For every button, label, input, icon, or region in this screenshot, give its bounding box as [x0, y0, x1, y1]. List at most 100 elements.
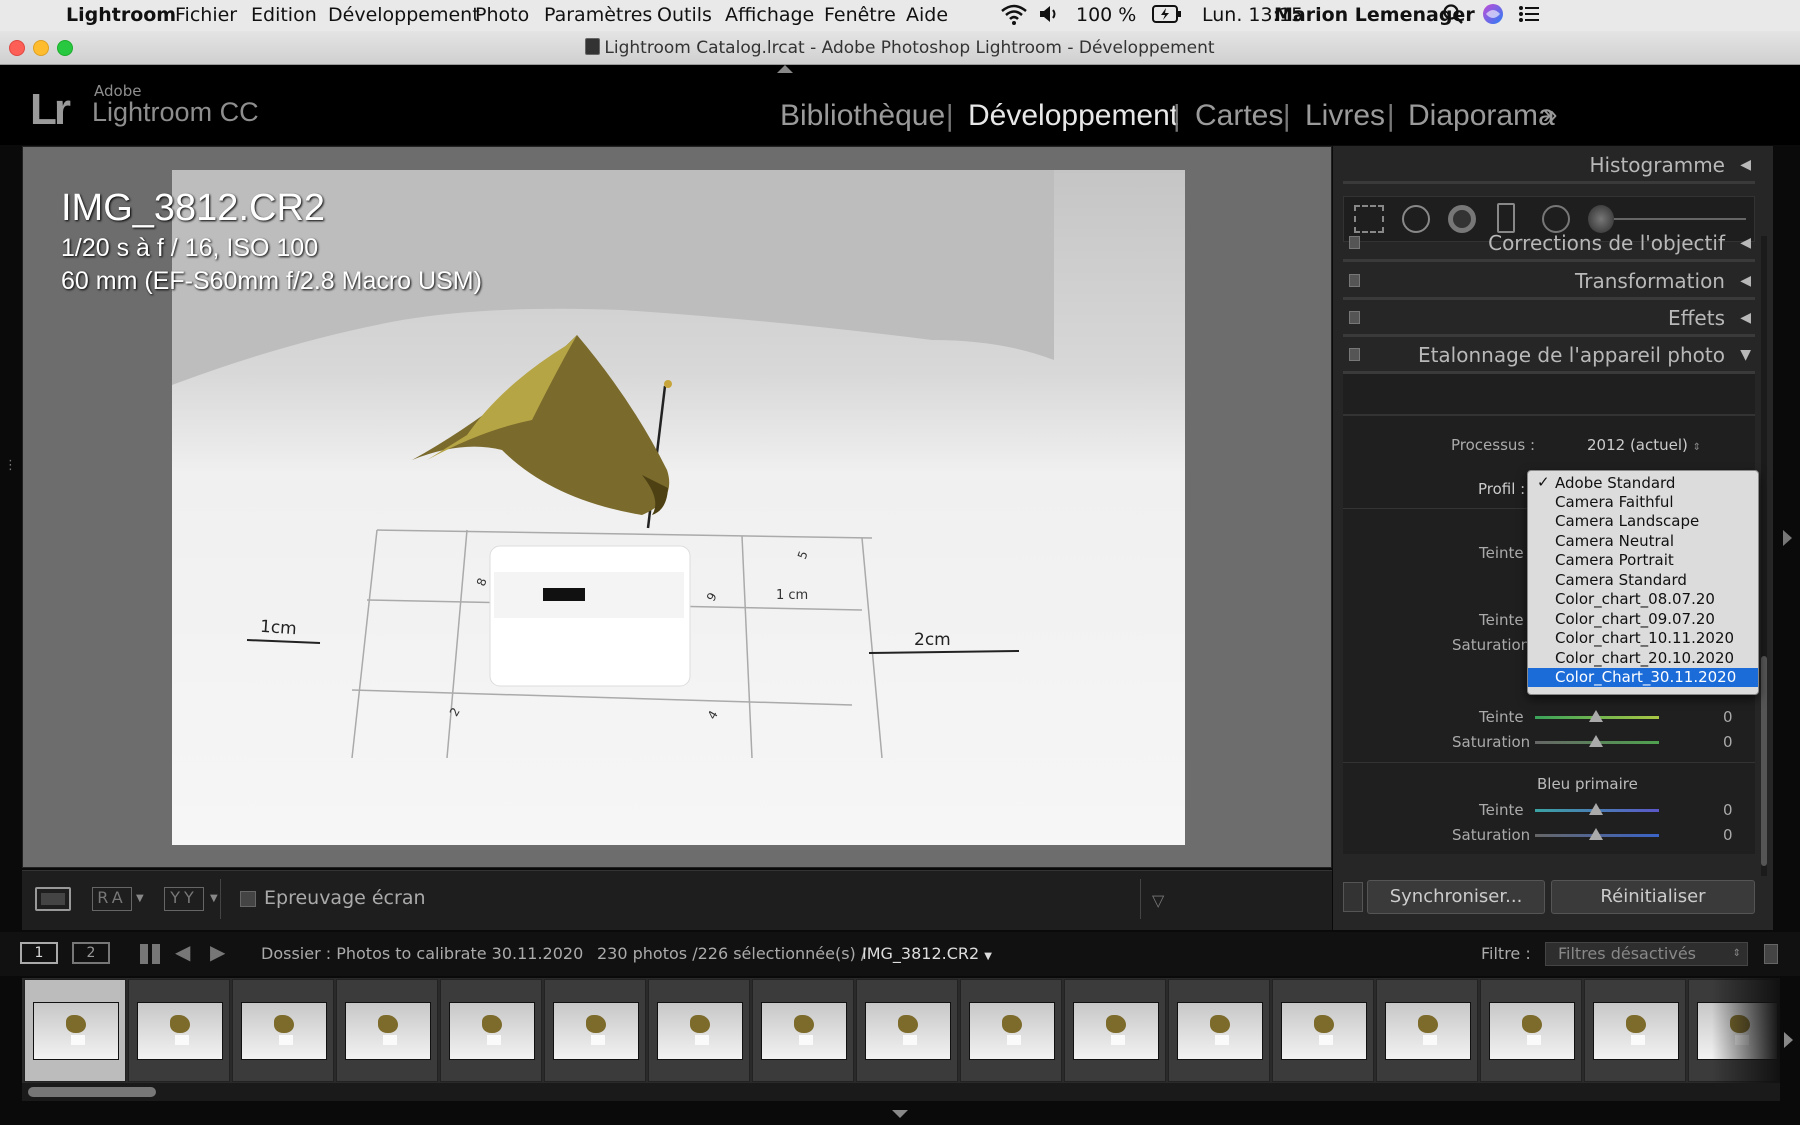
profile-option[interactable]: Color_chart_09.07.20 [1528, 610, 1758, 629]
more-modules-icon[interactable]: » [1543, 99, 1557, 130]
filmstrip-scroll-right-icon[interactable] [1784, 1032, 1793, 1048]
blue-primary-heading: Bleu primaire [1537, 775, 1638, 793]
menu-app[interactable]: Lightroom [66, 4, 176, 26]
green-tint-value[interactable]: 0 [1723, 708, 1733, 726]
blue-saturation-value[interactable]: 0 [1723, 826, 1733, 844]
panel-calibration[interactable]: Etalonnage de l'appareil photo ▼ [1343, 336, 1755, 374]
brush-size-slider[interactable] [1614, 218, 1746, 220]
toolbar-options-icon[interactable]: ▽ [1152, 891, 1164, 910]
search-icon[interactable] [1442, 3, 1464, 30]
collapse-top-panel-icon[interactable] [777, 65, 793, 73]
module-bibliotheque[interactable]: Bibliothèque [780, 99, 945, 133]
process-select[interactable]: 2012 (actuel) ⇕ [1587, 436, 1701, 454]
soft-proof-checkbox[interactable] [240, 891, 256, 907]
filmstrip-scrollbar[interactable] [22, 1083, 1780, 1101]
slider-thumb[interactable] [1589, 828, 1603, 840]
panel-transform[interactable]: Transformation ◀ [1343, 262, 1755, 300]
filmstrip-thumbnail[interactable] [128, 979, 230, 1082]
green-saturation-value[interactable]: 0 [1723, 733, 1733, 751]
profile-option[interactable]: Color_chart_20.10.2020 [1528, 649, 1758, 668]
panel-effects[interactable]: Effets ◀ [1343, 299, 1755, 337]
current-file-name[interactable]: IMG_3812.CR2 ▼ [862, 944, 992, 963]
menu-developpement[interactable]: Développement [328, 4, 480, 26]
before-after-lr-button[interactable]: RA [92, 887, 132, 911]
module-developpement[interactable]: Développement [968, 99, 1178, 133]
filmstrip-thumbnail[interactable] [1480, 979, 1582, 1082]
secondary-window-button[interactable]: 2 [72, 942, 110, 964]
profile-option[interactable]: Camera Neutral [1528, 532, 1758, 551]
filmstrip-thumbnail[interactable] [440, 979, 542, 1082]
slider-thumb[interactable] [1589, 735, 1603, 747]
filmstrip-thumbnail[interactable] [336, 979, 438, 1082]
previous-arrow-icon[interactable]: ◀ [175, 940, 190, 964]
battery-icon[interactable] [1152, 5, 1182, 28]
profile-option[interactable]: Camera Faithful [1528, 493, 1758, 512]
menu-fenetre[interactable]: Fenêtre [824, 4, 896, 26]
profile-option[interactable]: Color_chart_08.07.20 [1528, 590, 1758, 609]
filmstrip-thumbnail[interactable] [1272, 979, 1374, 1082]
menu-fichier[interactable]: Fichier [175, 4, 237, 26]
siri-icon[interactable] [1482, 3, 1504, 30]
filmstrip-thumbnail[interactable] [544, 979, 646, 1082]
right-panel-toggle-icon[interactable] [1783, 530, 1792, 546]
image-view[interactable]: 1 cm 1cm 2cm 8 9 5 4 2 IMG_3812.CR2 1/20… [22, 146, 1332, 868]
sync-toggle-switch[interactable] [1343, 882, 1363, 912]
filmstrip-thumbnail[interactable] [856, 979, 958, 1082]
wifi-icon[interactable] [1000, 2, 1028, 31]
filmstrip-thumbnail[interactable] [1064, 979, 1166, 1082]
menu-edition[interactable]: Edition [251, 4, 317, 26]
volume-icon[interactable] [1038, 3, 1060, 30]
collapse-bottom-panel-icon[interactable] [892, 1110, 908, 1118]
module-cartes[interactable]: Cartes [1195, 99, 1283, 133]
sync-button[interactable]: Synchroniser... [1367, 880, 1545, 914]
reset-button[interactable]: Réinitialiser [1551, 880, 1755, 914]
filmstrip-thumbnail[interactable] [1168, 979, 1270, 1082]
module-separator: | [945, 99, 955, 132]
profile-option[interactable]: Camera Landscape [1528, 512, 1758, 531]
filmstrip-thumbnail[interactable] [752, 979, 854, 1082]
filter-select[interactable]: Filtres désactivés ⇕ [1545, 942, 1748, 966]
filmstrip-thumbnail[interactable] [648, 979, 750, 1082]
menu-parametres[interactable]: Paramètres [544, 4, 652, 26]
panel-toggle-switch [1349, 348, 1360, 361]
menu-outils[interactable]: Outils [657, 4, 712, 26]
before-after-menu-icon[interactable]: ▼ [136, 893, 144, 904]
grid-view-icon[interactable] [140, 944, 160, 964]
before-after-tb-button[interactable]: YY [164, 887, 204, 911]
notification-center-icon[interactable] [1518, 4, 1540, 29]
panel-scrollbar[interactable] [1761, 236, 1767, 876]
profile-option[interactable]: Adobe Standard [1528, 474, 1758, 493]
blue-tint-value[interactable]: 0 [1723, 801, 1733, 819]
calibration-divider [1343, 414, 1755, 416]
filmstrip-thumbnail[interactable] [24, 979, 126, 1082]
loupe-view-icon[interactable] [35, 887, 71, 911]
lr-logo: Lr [30, 85, 71, 134]
panel-lens-corrections[interactable]: Corrections de l'objectif ◀ [1343, 224, 1755, 262]
menu-aide[interactable]: Aide [906, 4, 948, 26]
module-livres[interactable]: Livres [1305, 99, 1385, 133]
filmstrip-thumbnail[interactable] [232, 979, 334, 1082]
menu-photo[interactable]: Photo [475, 4, 529, 26]
filmstrip-thumbnail[interactable] [960, 979, 1062, 1082]
profile-option[interactable]: Camera Portrait [1528, 551, 1758, 570]
dropdown-arrow-icon: ▼ [984, 951, 992, 962]
slider-thumb[interactable] [1589, 710, 1603, 722]
thumbnail-image [449, 1002, 535, 1060]
slider-thumb[interactable] [1589, 803, 1603, 815]
profile-option[interactable]: Camera Standard [1528, 571, 1758, 590]
main-window-button[interactable]: 1 [20, 942, 58, 964]
filmstrip-thumbnail[interactable] [1584, 979, 1686, 1082]
menu-affichage[interactable]: Affichage [725, 4, 814, 26]
filter-lock-icon[interactable] [1764, 944, 1778, 964]
filmstrip-thumbnail[interactable] [1376, 979, 1478, 1082]
module-diaporama[interactable]: Diaporama [1408, 99, 1555, 133]
next-arrow-icon[interactable]: ▶ [210, 940, 225, 964]
source-folder[interactable]: Dossier : Photos to calibrate 30.11.2020 [261, 944, 583, 963]
profile-option-highlighted[interactable]: Color_Chart_30.11.2020 [1528, 668, 1758, 687]
profile-dropdown-menu[interactable]: ✓ Adobe Standard Camera Faithful Camera … [1527, 470, 1759, 695]
left-panel-toggle-icon[interactable]: ⋮ [4, 458, 17, 478]
profile-option[interactable]: Color_chart_10.11.2020 [1528, 629, 1758, 648]
scrollbar-thumb[interactable] [28, 1087, 156, 1097]
panel-histogram[interactable]: Histogramme ◀ [1343, 146, 1755, 184]
before-after-tb-menu-icon[interactable]: ▼ [210, 893, 218, 904]
